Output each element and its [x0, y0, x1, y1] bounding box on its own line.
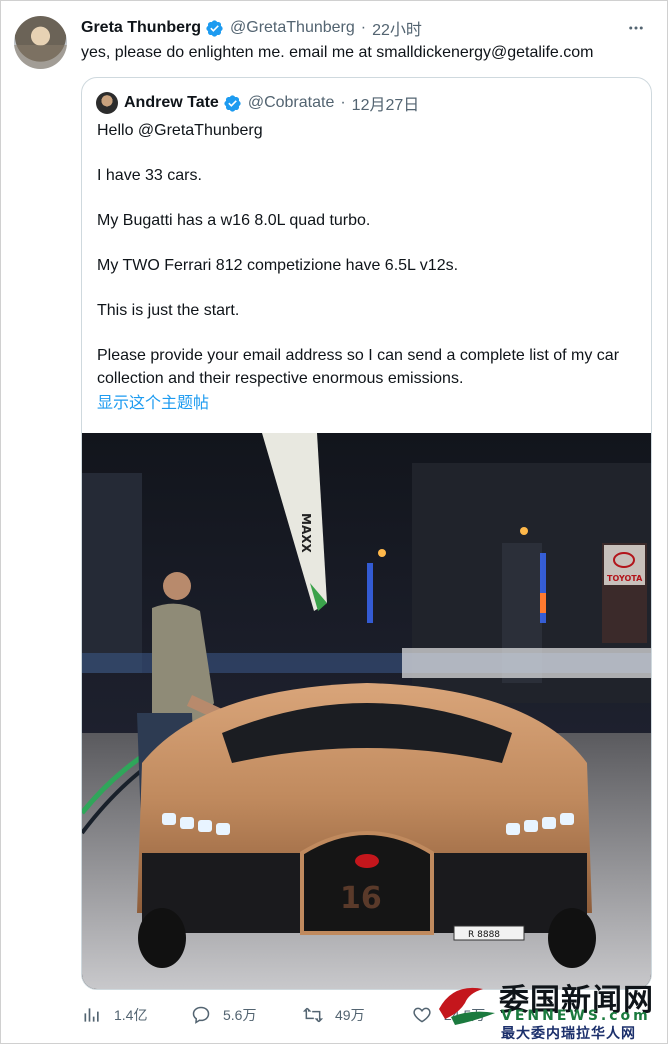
header-separator: ·	[360, 19, 367, 36]
heart-icon	[413, 1007, 431, 1023]
verified-badge-icon	[224, 94, 241, 112]
quoted-tweet[interactable]: Andrew Tate @Cobratate · 12月27日 Hello @G…	[81, 77, 652, 990]
quoted-author-handle[interactable]: @Cobratate	[248, 94, 335, 112]
reply-button[interactable]: 5.6万	[191, 1001, 256, 1029]
tweet-photo[interactable]: MAXX TOYOTA 16 R 8888	[82, 433, 651, 989]
watermark-logo-icon	[439, 987, 495, 1025]
reply-bubble-icon	[192, 1006, 210, 1024]
author-handle[interactable]: @GretaThunberg	[230, 19, 355, 37]
retweet-icon	[303, 1007, 323, 1023]
quoted-tweet-body: Hello @GretaThunberg I have 33 cars. My …	[97, 119, 637, 415]
retweet-button[interactable]: 49万	[303, 1001, 365, 1029]
quoted-author-name[interactable]: Andrew Tate	[124, 94, 219, 112]
banner-text: MAXX	[299, 513, 313, 553]
retweet-count: 49万	[335, 1007, 365, 1023]
quoted-line: My Bugatti has a w16 8.0L quad turbo.	[97, 212, 371, 229]
reply-count: 5.6万	[223, 1007, 257, 1023]
quoted-author-avatar[interactable]	[96, 92, 118, 114]
quoted-tweet-header: Andrew Tate @Cobratate · 12月27日	[124, 92, 419, 114]
sign-text: TOYOTA	[607, 574, 643, 583]
author-name[interactable]: Greta Thunberg	[81, 19, 201, 37]
site-watermark: 委国新闻网 VENNEWS.com 最大委内瑞拉华人网	[431, 973, 667, 1043]
plate-text: R 8888	[468, 930, 500, 940]
quoted-line: Hello @GretaThunberg	[97, 122, 263, 139]
photo-scene: MAXX TOYOTA 16 R 8888	[82, 433, 651, 989]
quoted-line: This is just the start.	[97, 302, 240, 319]
views-chart-icon	[84, 1008, 99, 1022]
views-button[interactable]: 1.4亿	[82, 1001, 147, 1029]
author-avatar[interactable]	[14, 16, 67, 69]
tweet-header: Greta Thunberg @GretaThunberg · 22小时	[81, 17, 422, 39]
more-options-icon[interactable]	[625, 17, 647, 39]
verified-badge-icon	[206, 19, 223, 37]
quoted-line: I have 33 cars.	[97, 167, 202, 184]
quoted-line: Please provide your email address so I c…	[97, 347, 620, 387]
views-count: 1.4亿	[114, 1007, 148, 1023]
show-thread-link[interactable]: 显示这个主题帖	[97, 392, 637, 415]
watermark-slogan: 最大委内瑞拉华人网	[501, 1026, 636, 1042]
quoted-tweet-timestamp[interactable]: 12月27日	[352, 91, 420, 115]
watermark-site: VENNEWS.com	[501, 1008, 651, 1024]
tweet-text: yes, please do enlighten me. email me at…	[81, 44, 594, 61]
tweet-card: Greta Thunberg @GretaThunberg · 22小时 yes…	[0, 0, 668, 1044]
quoted-header-separator: ·	[340, 94, 346, 111]
quoted-line: My TWO Ferrari 812 competizione have 6.5…	[97, 257, 459, 274]
badge-number: 16	[340, 881, 382, 916]
tweet-timestamp[interactable]: 22小时	[372, 16, 422, 40]
